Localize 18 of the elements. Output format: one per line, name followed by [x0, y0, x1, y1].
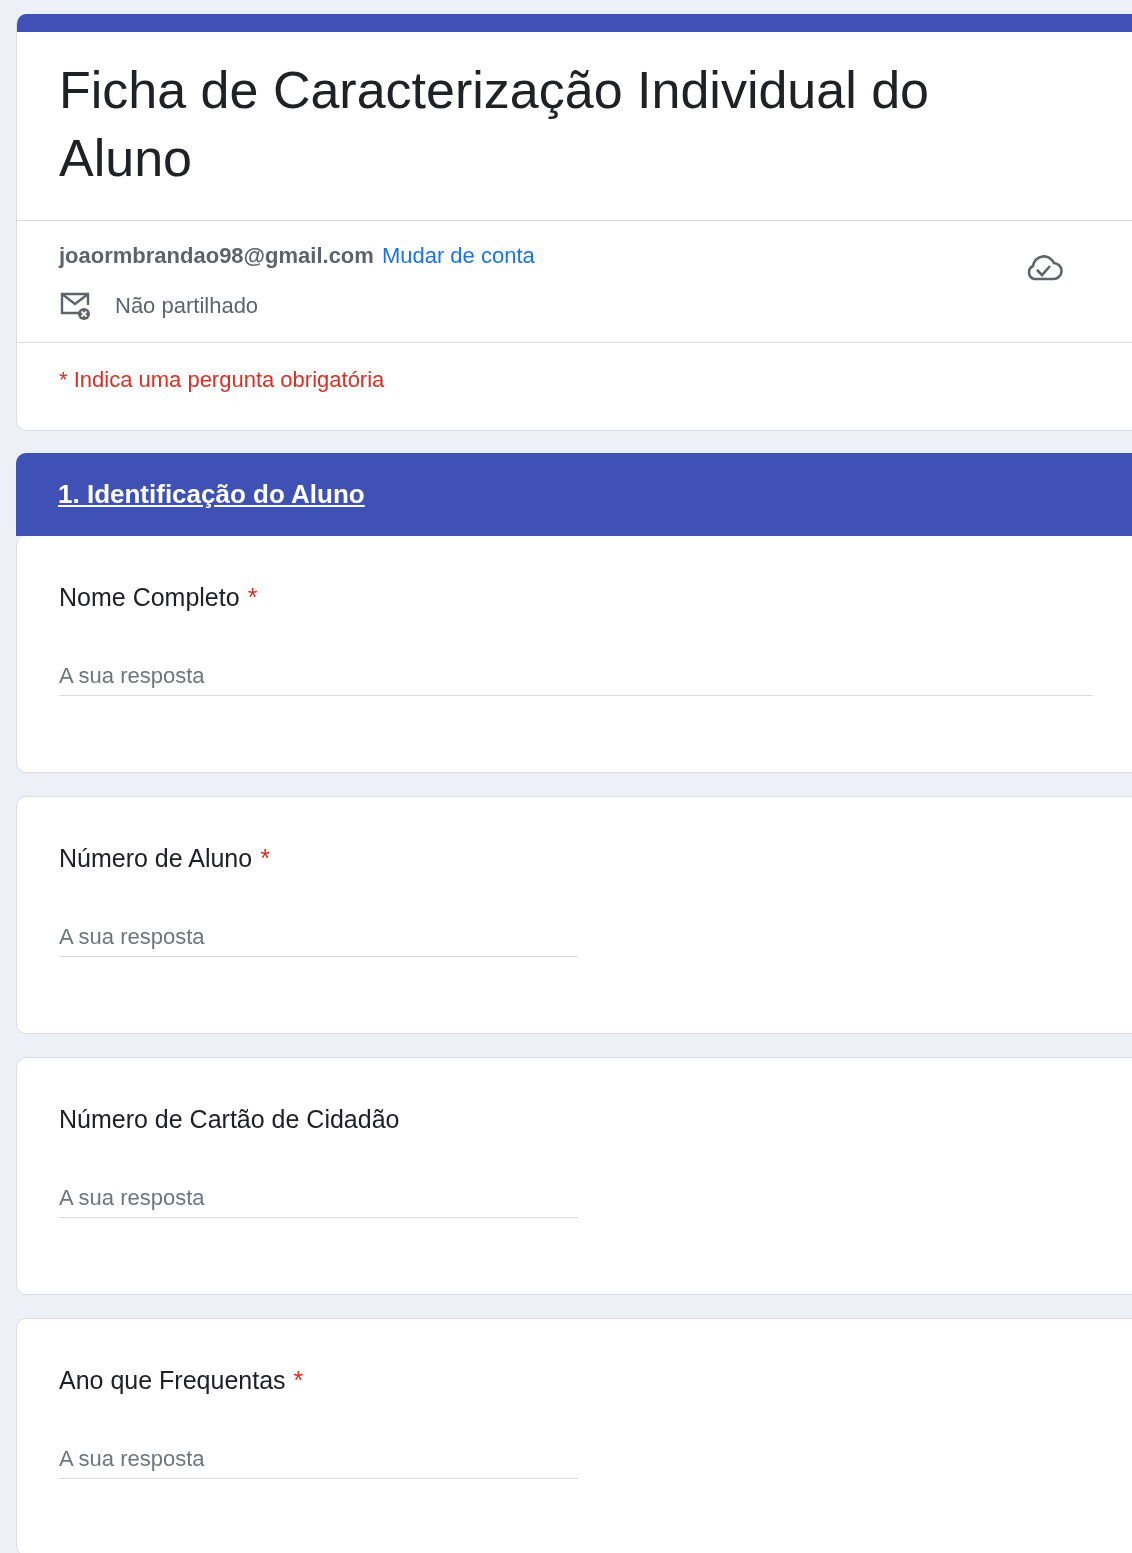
- question-label: Número de Aluno: [59, 843, 253, 874]
- form-title: Ficha de Caracterização Individual do Aluno: [59, 60, 931, 189]
- question-label: Nome Completo: [59, 582, 240, 613]
- answer-field[interactable]: A sua resposta: [59, 1439, 578, 1479]
- answer-field[interactable]: A sua resposta: [59, 917, 578, 957]
- section-title: 1. Identificação do Aluno: [58, 478, 365, 511]
- switch-account-link[interactable]: Mudar de conta: [381, 241, 535, 271]
- question-label: Número de Cartão de Cidadão: [59, 1104, 400, 1135]
- account-email: joaormbrandao98@gmail.com: [59, 242, 374, 270]
- required-asterisk: *: [260, 843, 270, 874]
- question-label: Ano que Frequentas: [59, 1365, 286, 1396]
- answer-field[interactable]: A sua resposta: [59, 656, 1093, 696]
- required-asterisk: *: [247, 582, 258, 613]
- mail-off-icon: [59, 290, 93, 321]
- answer-field[interactable]: A sua resposta: [59, 1178, 578, 1218]
- required-asterisk: *: [293, 1365, 304, 1396]
- sharing-status: Não partilhado: [115, 292, 259, 320]
- required-note: * Indica uma pergunta obrigatória: [59, 367, 385, 392]
